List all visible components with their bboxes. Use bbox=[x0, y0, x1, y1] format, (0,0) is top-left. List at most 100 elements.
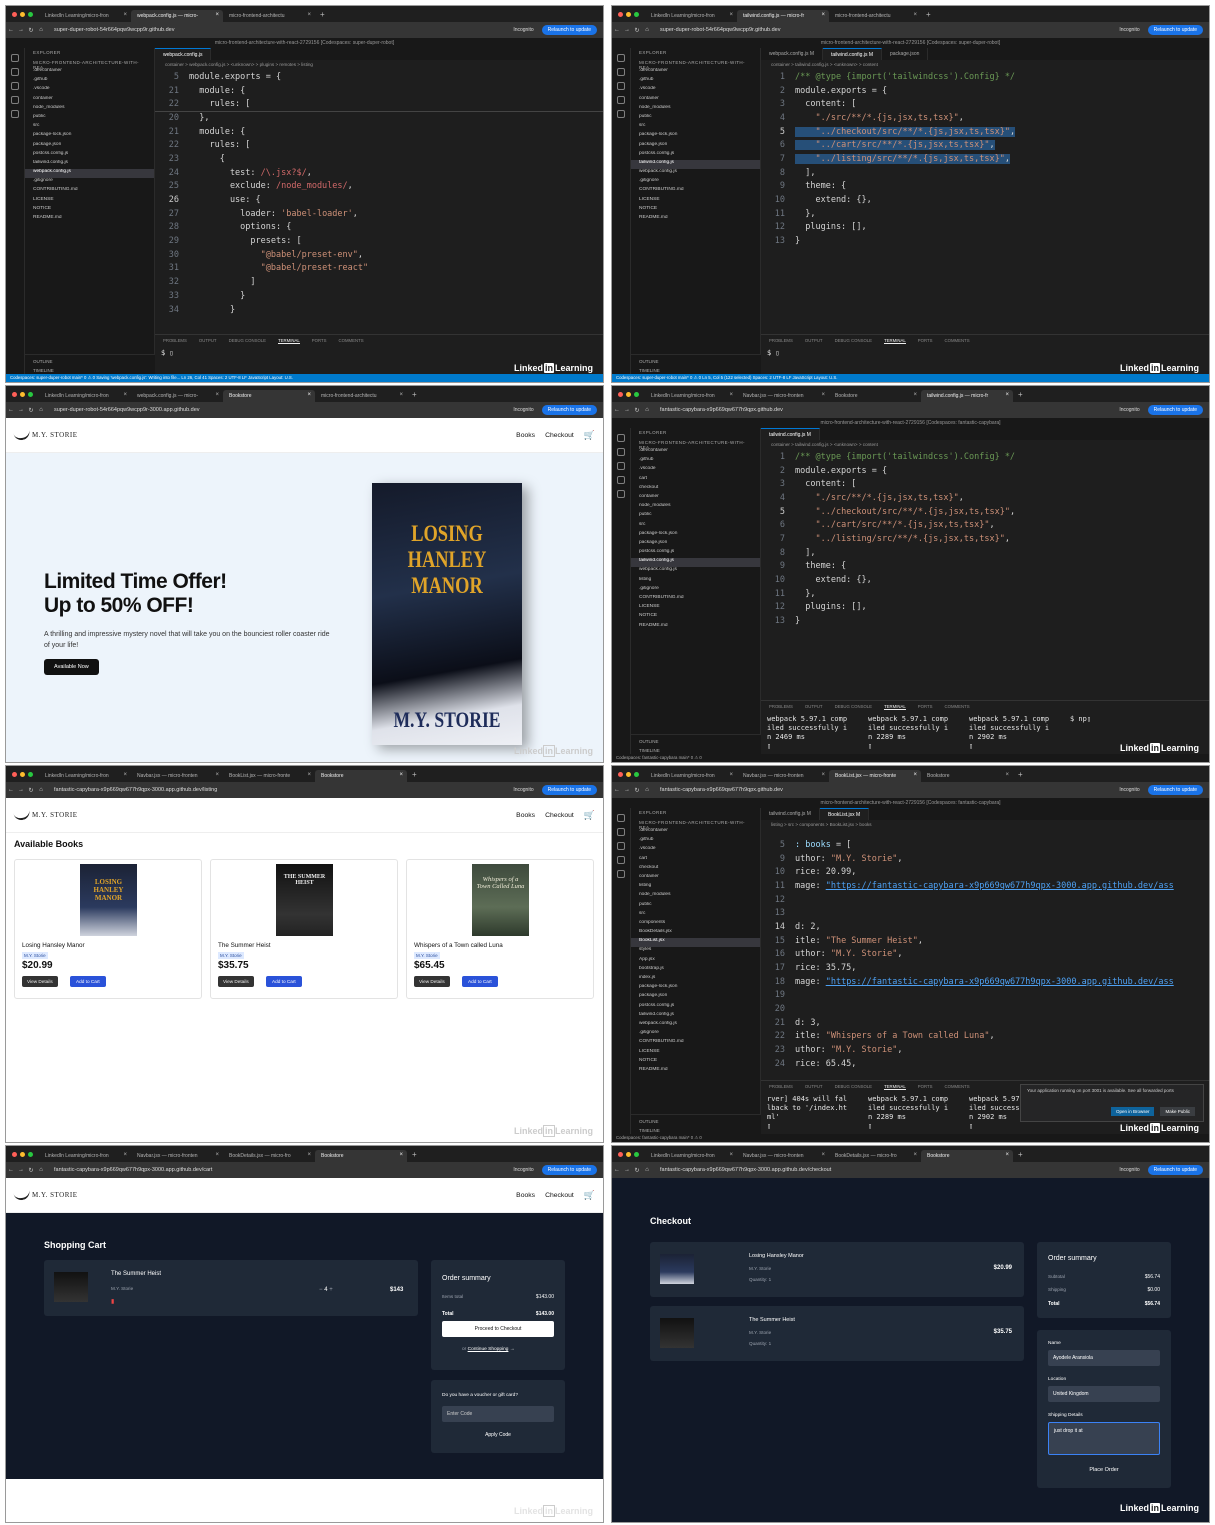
repo-title[interactable]: MICRO-FRONTEND-ARCHITECTURE-WITH-REA... bbox=[25, 58, 154, 70]
home-icon[interactable]: ⌂ bbox=[36, 787, 46, 793]
repo-title[interactable]: MICRO-FRONTEND-ARCHITECTURE-WITH-REA... bbox=[631, 818, 760, 830]
explorer-file-item[interactable]: container bbox=[25, 96, 154, 105]
new-tab-button[interactable]: + bbox=[1013, 770, 1028, 782]
explorer-file-item[interactable]: src bbox=[25, 123, 154, 132]
explorer-file-item[interactable]: postcss.config.js bbox=[631, 1003, 760, 1012]
open-in-browser-button[interactable]: Open in Browser bbox=[1110, 1107, 1155, 1116]
explorer-file-item[interactable]: NOTICE bbox=[631, 1058, 760, 1067]
browser-tab-active[interactable]: Bookstore × bbox=[315, 1150, 407, 1162]
explorer-file-item[interactable]: .gitignore bbox=[631, 178, 760, 187]
forward-icon[interactable]: → bbox=[16, 1167, 26, 1173]
browser-tab[interactable]: LinkedIn Learning/micro-fron × bbox=[39, 390, 131, 402]
explorer-file-item[interactable]: listing bbox=[631, 577, 760, 586]
url-field[interactable]: fantastic-capybara-x9p669qw677h9qpx.gith… bbox=[660, 787, 1119, 793]
continue-shopping-link[interactable]: Continue Shopping bbox=[468, 1347, 509, 1352]
explorer-file-item[interactable]: .devcontainer bbox=[631, 828, 760, 837]
browser-tab[interactable]: Bookstore × bbox=[921, 770, 1013, 782]
run-debug-icon[interactable] bbox=[617, 96, 625, 104]
breadcrumb[interactable]: container > webpack.config.js > <unknown… bbox=[155, 60, 603, 70]
editor-tab-package[interactable]: package.json bbox=[882, 48, 929, 60]
panel-tab[interactable]: PROBLEMS bbox=[769, 338, 793, 344]
nav-books-link[interactable]: Books bbox=[516, 812, 535, 819]
panel-tab[interactable]: OUTPUT bbox=[805, 704, 823, 710]
view-details-button[interactable]: View Details bbox=[22, 976, 58, 987]
outline-timeline[interactable]: OUTLINE TIMELINE bbox=[25, 354, 155, 374]
browser-tab-active[interactable]: Bookstore × bbox=[223, 390, 315, 402]
browser-tab-active[interactable]: Bookstore × bbox=[315, 770, 407, 782]
new-tab-button[interactable]: + bbox=[1013, 390, 1028, 402]
relaunch-button[interactable]: Relaunch to update bbox=[541, 1165, 597, 1175]
panel-tab[interactable]: PROBLEMS bbox=[769, 1084, 793, 1090]
nav-books-link[interactable]: Books bbox=[516, 432, 535, 439]
panel-tab[interactable]: DEBUG CONSOLE bbox=[835, 338, 873, 344]
outline-timeline[interactable]: OUTLINE TIMELINE bbox=[631, 734, 761, 754]
explorer-file-item[interactable]: LICENSE bbox=[631, 197, 760, 206]
explorer-file-item[interactable]: public bbox=[631, 902, 760, 911]
search-icon[interactable] bbox=[617, 68, 625, 76]
panel-tab[interactable]: DEBUG CONSOLE bbox=[229, 338, 267, 344]
explorer-file-item[interactable]: CONTRIBUTING.md bbox=[25, 187, 154, 196]
explorer-file-item[interactable]: tailwind.config.js bbox=[25, 160, 154, 169]
explorer-file-item[interactable]: package.json bbox=[631, 540, 760, 549]
explorer-file-item[interactable]: public bbox=[631, 512, 760, 521]
explorer-file-item[interactable]: .vscode bbox=[631, 846, 760, 855]
breadcrumb[interactable]: container > tailwind.config.js > <unknow… bbox=[761, 440, 1209, 450]
explorer-file-item[interactable]: .devcontainer bbox=[631, 68, 760, 77]
explorer-file-item[interactable]: .github bbox=[25, 77, 154, 86]
explorer-file-item[interactable]: CONTRIBUTING.md bbox=[631, 187, 760, 196]
run-debug-icon[interactable] bbox=[617, 476, 625, 484]
browser-tab[interactable]: Navbar.jsx — micro-fronten × bbox=[737, 770, 829, 782]
terminal-prompt[interactable]: $ ▯ bbox=[161, 349, 256, 358]
explorer-file-item[interactable]: .github bbox=[631, 837, 760, 846]
explorer-file-item[interactable]: App.jsx bbox=[631, 957, 760, 966]
browser-tab[interactable]: Navbar.jsx — micro-fronten × bbox=[131, 1150, 223, 1162]
back-icon[interactable]: ← bbox=[612, 1167, 622, 1173]
forward-icon[interactable]: → bbox=[622, 1167, 632, 1173]
terminal-pane[interactable]: webpack 5.97.1 comp iled successfully i … bbox=[868, 1095, 963, 1131]
reload-icon[interactable]: ↻ bbox=[26, 787, 36, 794]
outline-timeline[interactable]: OUTLINE TIMELINE bbox=[631, 354, 761, 374]
panel-tab[interactable]: TERMINAL bbox=[884, 338, 906, 344]
browser-tab[interactable]: BookList.jsx — micro-fronte × bbox=[223, 770, 315, 782]
extensions-icon[interactable] bbox=[617, 110, 625, 118]
new-tab-button[interactable]: + bbox=[407, 1150, 422, 1162]
reload-icon[interactable]: ↻ bbox=[632, 27, 642, 34]
breadcrumb[interactable]: container > tailwind.config.js > <unknow… bbox=[761, 60, 1209, 70]
browser-tab[interactable]: Navbar.jsx — micro-fronten × bbox=[737, 1150, 829, 1162]
browser-tab-active[interactable]: webpack.config.js — micro- × bbox=[131, 10, 223, 22]
home-icon[interactable]: ⌂ bbox=[36, 1167, 46, 1173]
explorer-file-item[interactable]: LICENSE bbox=[631, 604, 760, 613]
relaunch-button[interactable]: Relaunch to update bbox=[1147, 1165, 1203, 1175]
url-field[interactable]: fantastic-capybara-x9p669qw677h9qpx.gith… bbox=[660, 407, 1119, 413]
forward-icon[interactable]: → bbox=[622, 407, 632, 413]
new-tab-button[interactable]: + bbox=[1013, 1150, 1028, 1162]
command-center[interactable]: micro-frontend-architecture-with-react-2… bbox=[612, 418, 1209, 428]
url-field[interactable]: fantastic-capybara-x9p669qw677h9qpx-3000… bbox=[660, 1167, 1119, 1173]
explorer-file-item[interactable]: bootstrap.js bbox=[631, 966, 760, 975]
reload-icon[interactable]: ↻ bbox=[632, 787, 642, 794]
browser-tab[interactable]: Navbar.jsx — micro-fronten × bbox=[131, 770, 223, 782]
place-order-button[interactable]: Place Order bbox=[1037, 1467, 1171, 1473]
code-editor[interactable]: 1/** @type {import('tailwindcss').Config… bbox=[761, 450, 1209, 628]
reload-icon[interactable]: ↻ bbox=[632, 407, 642, 414]
relaunch-button[interactable]: Relaunch to update bbox=[541, 785, 597, 795]
explorer-file-item[interactable]: .gitignore bbox=[25, 178, 154, 187]
panel-tab[interactable]: COMMENTS bbox=[945, 1084, 970, 1090]
explorer-file-item[interactable]: postcss.config.js bbox=[25, 151, 154, 160]
files-icon[interactable] bbox=[617, 434, 625, 442]
source-control-icon[interactable] bbox=[617, 462, 625, 470]
relaunch-button[interactable]: Relaunch to update bbox=[541, 25, 597, 35]
explorer-file-item[interactable]: README.md bbox=[631, 623, 760, 632]
panel-tab[interactable]: DEBUG CONSOLE bbox=[835, 704, 873, 710]
reload-icon[interactable]: ↻ bbox=[632, 1167, 642, 1174]
panel-tab[interactable]: PORTS bbox=[918, 704, 933, 710]
add-to-cart-button[interactable]: Add to Cart bbox=[462, 976, 498, 987]
explorer-file-item[interactable]: src bbox=[631, 522, 760, 531]
panel-tab[interactable]: TERMINAL bbox=[884, 704, 906, 710]
browser-tab[interactable]: BookDetails.jsx — micro-fro × bbox=[223, 1150, 315, 1162]
explorer-file-item[interactable]: README.md bbox=[631, 1067, 760, 1076]
url-field[interactable]: super-duper-robot-54r664pqw9wcpp9r-3000.… bbox=[54, 407, 513, 413]
nav-checkout-link[interactable]: Checkout bbox=[545, 1192, 574, 1199]
add-to-cart-button[interactable]: Add to Cart bbox=[70, 976, 106, 987]
new-tab-button[interactable]: + bbox=[315, 10, 330, 22]
